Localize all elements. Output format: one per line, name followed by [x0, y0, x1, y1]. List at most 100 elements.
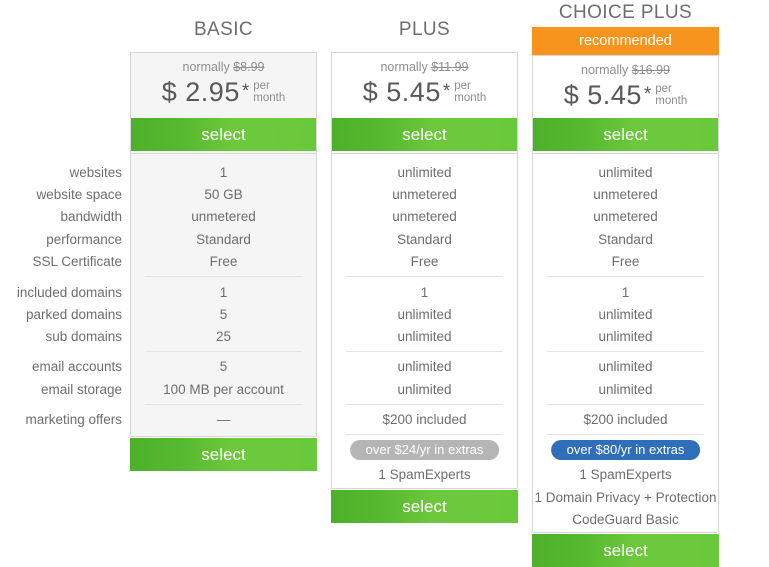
- feature-value-choice-plus-email-accounts: unlimited: [598, 359, 653, 374]
- feature-value-choice-plus-parked-domains: unlimited: [598, 307, 653, 322]
- select-button-basic-bottom[interactable]: select: [130, 438, 317, 471]
- feature-label-included-domains: included domains: [16, 285, 122, 300]
- plan-title-plus: PLUS: [398, 19, 451, 40]
- feature-label-websites: websites: [69, 165, 122, 180]
- extras-item-choice-plus-0: 1 SpamExperts: [579, 467, 672, 482]
- feature-value-choice-plus-website-space: unmetered: [593, 187, 658, 202]
- feature-value-choice-plus-email-storage: unlimited: [598, 382, 653, 397]
- price-period-plus: per month: [450, 80, 486, 105]
- normally-prefix-basic: normally: [182, 60, 234, 74]
- feature-group-divider-1-basic: [145, 276, 302, 277]
- feature-value-choice-plus-performance: Standard: [598, 232, 653, 247]
- feature-value-basic-email-accounts: 5: [219, 359, 228, 374]
- plan-header-card-basic: normally $8.99 $ 2.95 * per month select: [130, 52, 317, 154]
- price-box-choice-plus: normally $16.99 $ 5.45 * per month: [533, 56, 718, 116]
- feature-value-plus-marketing-offers: $200 included: [382, 412, 467, 427]
- extras-item-choice-plus-2: CodeGuard Basic: [572, 512, 679, 527]
- normally-line-choice-plus: normally $16.99: [533, 56, 718, 78]
- feature-value-plus-websites: unlimited: [397, 165, 452, 180]
- price-asterisk-plus: *: [442, 81, 451, 102]
- normally-price-choice-plus: $16.99: [631, 63, 670, 77]
- select-button-choice-plus-top[interactable]: select: [533, 118, 718, 151]
- price-asterisk-basic: *: [241, 81, 250, 102]
- price-box-basic: normally $8.99 $ 2.95 * per month: [131, 53, 316, 116]
- price-line-basic: $ 2.95 * per month: [131, 75, 316, 107]
- feature-value-basic-marketing-offers: —: [216, 412, 231, 427]
- feature-value-plus-parked-domains: unlimited: [397, 307, 452, 322]
- plan-features-card-choice-plus: unlimited unmetered unmetered Standard F…: [532, 154, 719, 533]
- normally-prefix-plus: normally: [380, 60, 432, 74]
- feature-group-divider-4-choice-plus: [547, 434, 704, 435]
- feature-value-basic-websites: 1: [219, 165, 228, 180]
- plan-column-choice-plus: CHOICE PLUS recommended normally $16.99 …: [532, 0, 719, 567]
- feature-value-basic-included-domains: 1: [219, 285, 228, 300]
- feature-value-plus-sub-domains: unlimited: [397, 329, 452, 344]
- feature-group-divider-3-plus: [346, 404, 503, 405]
- price-month-plus: month: [454, 92, 487, 104]
- feature-group-divider-2-plus: [346, 351, 503, 352]
- feature-value-basic-ssl: Free: [209, 254, 238, 269]
- feature-value-plus-included-domains: 1: [420, 285, 429, 300]
- select-button-basic-top[interactable]: select: [131, 118, 316, 151]
- feature-group-divider-2-basic: [145, 351, 302, 352]
- feature-label-email-storage: email storage: [40, 382, 122, 397]
- plan-column-basic: BASIC normally $8.99 $ 2.95 * per month sel…: [130, 0, 317, 471]
- feature-group-divider-3-choice-plus: [547, 404, 704, 405]
- extras-pill-choice-plus: over $80/yr in extras: [550, 440, 701, 460]
- feature-value-choice-plus-sub-domains: unlimited: [598, 329, 653, 344]
- price-amount-choice-plus: $ 5.45: [563, 80, 642, 110]
- select-button-plus-bottom[interactable]: select: [331, 490, 518, 523]
- plan-features-card-plus: unlimited unmetered unmetered Standard F…: [331, 154, 518, 489]
- price-period-basic: per month: [249, 80, 285, 105]
- price-amount-plus: $ 5.45: [362, 77, 441, 107]
- plan-header-card-choice-plus: normally $16.99 $ 5.45 * per month select: [532, 55, 719, 154]
- feature-group-divider-1-plus: [346, 276, 503, 277]
- normally-prefix-choice-plus: normally: [581, 63, 632, 77]
- plan-column-plus: PLUS normally $11.99 $ 5.45 * per month sel…: [331, 0, 518, 523]
- normally-line-plus: normally $11.99: [332, 53, 517, 75]
- price-month-choice-plus: month: [655, 95, 688, 107]
- normally-price-plus: $11.99: [431, 60, 469, 74]
- feature-label-sub-domains: sub domains: [45, 329, 122, 344]
- feature-label-performance: performance: [46, 232, 122, 247]
- feature-value-plus-email-accounts: unlimited: [397, 359, 452, 374]
- feature-value-choice-plus-websites: unlimited: [598, 165, 653, 180]
- price-amount-basic: $ 2.95: [161, 77, 240, 107]
- price-per-choice-plus: per: [655, 82, 672, 95]
- price-box-plus: normally $11.99 $ 5.45 * per month: [332, 53, 517, 116]
- price-line-plus: $ 5.45 * per month: [332, 75, 517, 107]
- normally-line-basic: normally $8.99: [131, 53, 316, 75]
- feature-group-divider-3-basic: [145, 404, 302, 405]
- extras-item-choice-plus-1: 1 Domain Privacy + Protection: [534, 490, 717, 505]
- feature-value-basic-sub-domains: 25: [215, 329, 232, 344]
- feature-value-choice-plus-included-domains: 1: [621, 285, 630, 300]
- extras-item-plus-0: 1 SpamExperts: [378, 467, 471, 482]
- plan-title-basic: BASIC: [193, 19, 254, 40]
- feature-group-divider-2-choice-plus: [547, 351, 704, 352]
- feature-label-email-accounts: email accounts: [31, 359, 122, 374]
- feature-value-basic-bandwidth: unmetered: [191, 209, 256, 224]
- feature-label-parked-domains: parked domains: [25, 307, 122, 322]
- feature-value-basic-email-storage: 100 MB per account: [163, 382, 284, 397]
- feature-value-plus-performance: Standard: [397, 232, 452, 247]
- feature-value-choice-plus-ssl: Free: [611, 254, 640, 269]
- feature-value-plus-website-space: unmetered: [392, 187, 457, 202]
- feature-value-plus-email-storage: unlimited: [397, 382, 452, 397]
- extras-pill-plus: over $24/yr in extras: [349, 440, 500, 460]
- feature-group-divider-4-plus: [346, 434, 503, 435]
- normally-price-basic: $8.99: [233, 60, 265, 74]
- feature-value-basic-performance: Standard: [196, 232, 251, 247]
- recommended-ribbon-choice-plus: recommended: [532, 27, 719, 55]
- plan-title-choice-plus: CHOICE PLUS: [558, 2, 693, 23]
- price-month-basic: month: [253, 92, 286, 104]
- feature-value-basic-website-space: 50 GB: [204, 187, 243, 202]
- feature-value-choice-plus-bandwidth: unmetered: [593, 209, 658, 224]
- select-button-choice-plus-bottom[interactable]: select: [532, 534, 719, 567]
- feature-group-divider-1-choice-plus: [547, 276, 704, 277]
- feature-value-plus-ssl: Free: [410, 254, 439, 269]
- feature-label-website-space: website space: [36, 187, 122, 202]
- feature-value-plus-bandwidth: unmetered: [392, 209, 457, 224]
- feature-value-choice-plus-marketing-offers: $200 included: [583, 412, 668, 427]
- select-button-plus-top[interactable]: select: [332, 118, 517, 151]
- feature-label-column: websites website space bandwidth perform…: [0, 0, 122, 564]
